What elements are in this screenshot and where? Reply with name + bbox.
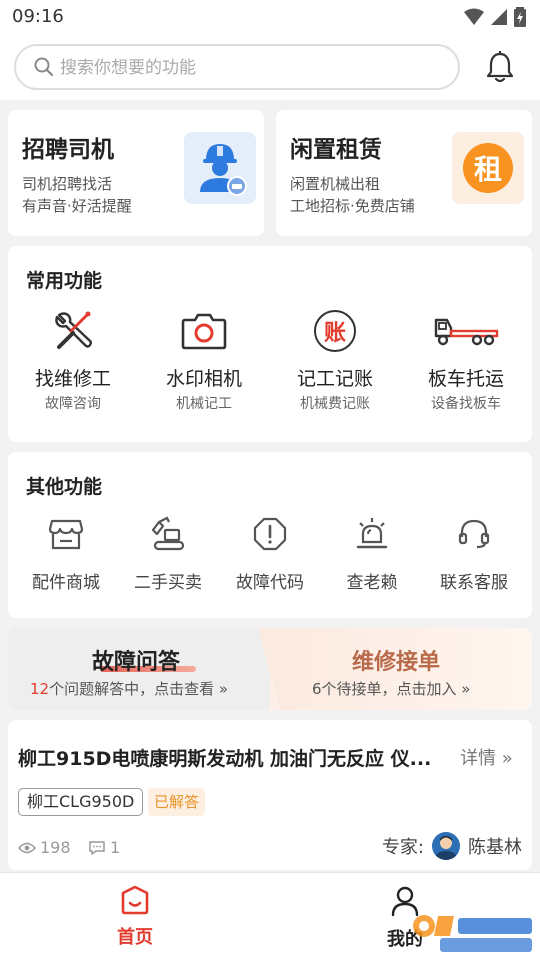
wifi-icon bbox=[464, 8, 484, 25]
alarm-siren-icon bbox=[356, 518, 388, 549]
expert-info[interactable]: 专家: 陈基林 bbox=[382, 832, 522, 860]
status-icons bbox=[464, 7, 526, 27]
ledger-icon: 账 bbox=[314, 310, 356, 352]
common-functions-card: 常用功能 找维修工 故障咨询 水印相机 机械记工 账 记工记账 机械费记账 板车… bbox=[8, 246, 532, 442]
qa-fault-text: 个问题解答中，点击查看 » bbox=[49, 680, 229, 698]
func-name: 水印相机 bbox=[165, 368, 242, 390]
other-functions-title: 其他功能 bbox=[26, 476, 103, 498]
other-name: 二手买卖 bbox=[134, 573, 202, 593]
rent-icon: 租 bbox=[452, 132, 524, 204]
other-customer-service[interactable]: 联系客服 bbox=[422, 514, 526, 593]
views-stat: 198 bbox=[18, 838, 71, 857]
func-find-repair[interactable]: 找维修工 故障咨询 bbox=[8, 308, 138, 413]
qa-repair-title: 维修接单 bbox=[352, 650, 441, 675]
status-time: 09:16 bbox=[12, 6, 64, 27]
top-bar bbox=[0, 34, 540, 100]
comment-icon bbox=[89, 840, 105, 855]
home-icon bbox=[121, 885, 149, 915]
func-name: 记工记账 bbox=[296, 368, 373, 390]
recruit-driver-line1: 司机招聘找活 bbox=[22, 175, 113, 193]
qa-fault-title: 故障问答 bbox=[92, 650, 181, 675]
avatar bbox=[432, 832, 460, 860]
flatbed-truck-icon bbox=[434, 318, 499, 346]
func-sub: 故障咨询 bbox=[45, 396, 101, 412]
answered-badge: 已解答 bbox=[148, 788, 206, 816]
post-title: 柳工915D电喷康明斯发动机 加油门无反应 仪... bbox=[18, 748, 432, 770]
recruit-driver-title: 招聘司机 bbox=[22, 137, 114, 163]
status-bar: 09:16 bbox=[0, 0, 540, 34]
camera-icon bbox=[181, 313, 227, 350]
post-detail-link[interactable]: 详情 » bbox=[460, 744, 513, 770]
qa-fault-answers[interactable]: 故障问答 12个问题解答中，点击查看 » bbox=[8, 628, 270, 710]
eye-icon bbox=[18, 842, 36, 853]
signal-icon bbox=[491, 9, 507, 25]
other-functions-card: 其他功能 配件商城 二手买卖 故障代码 查老赖 联系客服 bbox=[8, 452, 532, 618]
search-icon bbox=[34, 57, 54, 77]
views-count: 198 bbox=[40, 838, 71, 857]
func-name: 找维修工 bbox=[34, 368, 111, 390]
battery-icon bbox=[514, 7, 526, 27]
search-box[interactable] bbox=[14, 44, 460, 90]
idle-rental-line2: 工地招标·免费店铺 bbox=[290, 197, 415, 215]
wrench-screwdriver-icon bbox=[55, 311, 92, 349]
store-icon bbox=[48, 519, 84, 550]
site-watermark-logo bbox=[413, 915, 532, 952]
qa-fault-count: 12 bbox=[30, 680, 50, 698]
qa-post-card[interactable]: 柳工915D电喷康明斯发动机 加油门无反应 仪... 详情 » 柳工CLG950… bbox=[8, 720, 532, 870]
idle-rental-line1: 闲置机械出租 bbox=[290, 175, 381, 193]
comments-count: 1 bbox=[110, 838, 121, 857]
rent-badge: 租 bbox=[463, 143, 513, 193]
qa-repair-orders[interactable]: 维修接单 6个待接单，点击加入 » bbox=[258, 628, 532, 710]
func-name: 板车托运 bbox=[427, 368, 504, 390]
tab-home[interactable]: 首页 bbox=[90, 885, 180, 949]
expert-label: 专家: bbox=[381, 837, 424, 858]
search-input[interactable] bbox=[60, 55, 440, 81]
expert-name: 陈基林 bbox=[468, 837, 522, 858]
common-functions-title: 常用功能 bbox=[26, 270, 103, 292]
other-name: 配件商城 bbox=[32, 573, 100, 593]
func-sub: 机械费记账 bbox=[300, 396, 370, 412]
other-name: 联系客服 bbox=[440, 573, 508, 593]
headset-icon bbox=[458, 519, 490, 549]
other-name: 查老赖 bbox=[346, 573, 398, 593]
comments-stat: 1 bbox=[88, 838, 120, 857]
machine-model-tag: 柳工CLG950D bbox=[18, 788, 144, 816]
qa-fault-desc: 12个问题解答中，点击查看 » bbox=[30, 678, 228, 699]
other-name: 故障代码 bbox=[236, 573, 304, 593]
func-watermark-camera[interactable]: 水印相机 机械记工 bbox=[139, 308, 269, 413]
excavator-icon bbox=[151, 516, 185, 551]
idle-rental-title: 闲置租赁 bbox=[290, 137, 382, 163]
qa-repair-desc: 6个待接单，点击加入 » bbox=[312, 680, 471, 698]
other-secondhand[interactable]: 二手买卖 bbox=[116, 514, 220, 593]
recruit-driver-card[interactable]: 招聘司机 司机招聘找活 有声音·好活提醒 bbox=[8, 110, 264, 236]
warning-octagon-icon bbox=[253, 517, 287, 551]
ledger-icon-char: 账 bbox=[323, 321, 346, 346]
bell-icon[interactable] bbox=[484, 50, 516, 84]
recruit-driver-line2: 有声音·好活提醒 bbox=[22, 197, 132, 215]
tab-home-label: 首页 bbox=[117, 927, 153, 948]
qa-banner: 故障问答 12个问题解答中，点击查看 » 维修接单 6个待接单，点击加入 » bbox=[8, 628, 532, 710]
other-defaulter[interactable]: 查老赖 bbox=[320, 514, 424, 593]
func-ledger[interactable]: 账 记工记账 机械费记账 bbox=[270, 308, 400, 413]
driver-avatar-icon bbox=[184, 132, 256, 204]
other-fault-code[interactable]: 故障代码 bbox=[218, 514, 322, 593]
func-sub: 设备找板车 bbox=[431, 396, 501, 412]
other-parts-mall[interactable]: 配件商城 bbox=[14, 514, 118, 593]
func-flatbed[interactable]: 板车托运 设备找板车 bbox=[401, 308, 531, 413]
idle-rental-card[interactable]: 闲置租赁 闲置机械出租 工地招标·免费店铺 租 bbox=[276, 110, 532, 236]
func-sub: 机械记工 bbox=[176, 396, 232, 412]
